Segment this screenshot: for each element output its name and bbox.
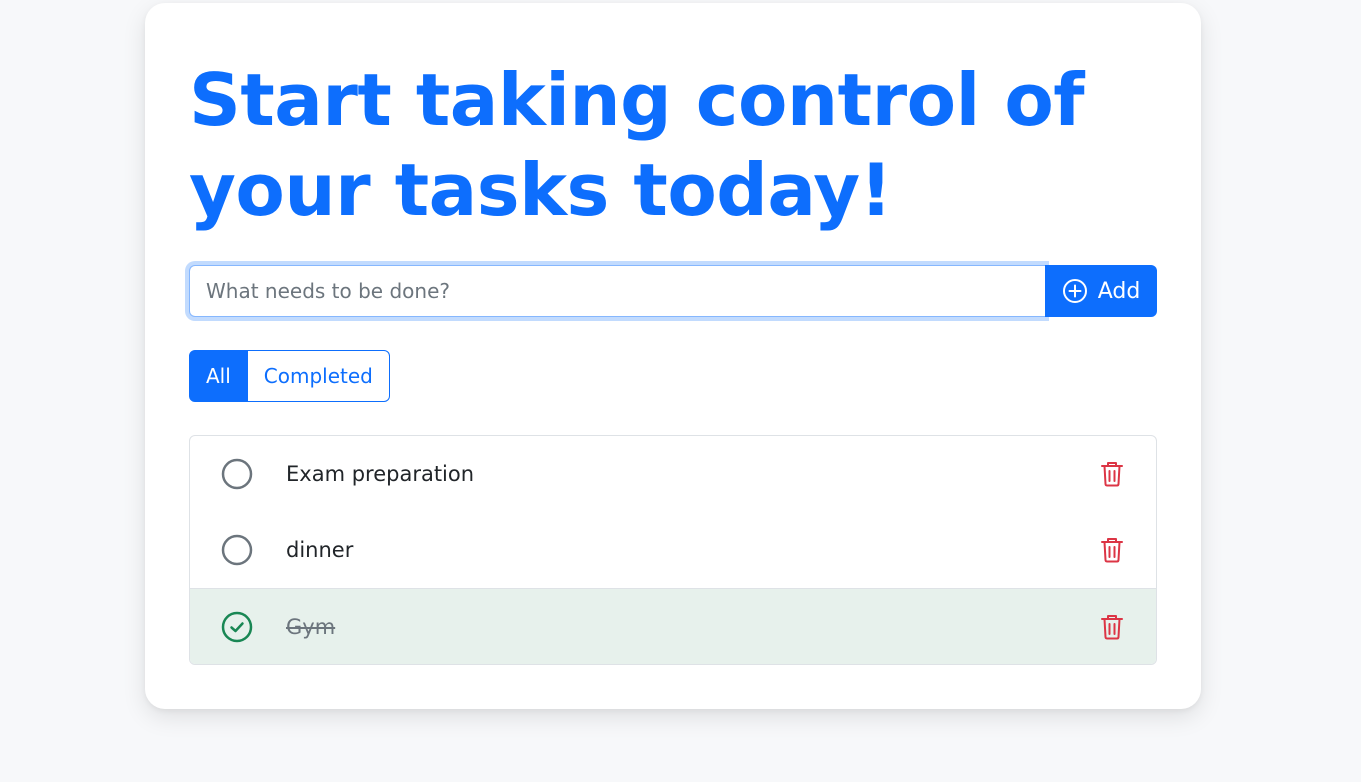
task-label: dinner	[286, 538, 354, 562]
trash-icon[interactable]	[1098, 536, 1126, 564]
todo-card: Start taking control of your tasks today…	[145, 3, 1201, 709]
task-list: Exam preparation dinner Gym	[189, 435, 1157, 665]
filter-completed-button[interactable]: Completed	[247, 350, 390, 402]
add-button[interactable]: Add	[1045, 265, 1157, 317]
add-task-form: Add	[189, 265, 1157, 317]
trash-icon[interactable]	[1098, 460, 1126, 488]
check-circle-icon[interactable]	[221, 611, 253, 643]
circle-icon[interactable]	[221, 458, 253, 490]
task-row: dinner	[190, 512, 1156, 588]
circle-icon[interactable]	[221, 534, 253, 566]
task-row-completed: Gym	[190, 588, 1156, 664]
filter-all-button[interactable]: All	[189, 350, 248, 402]
filter-group: All Completed	[189, 350, 390, 402]
task-input[interactable]	[189, 265, 1045, 317]
add-button-label: Add	[1097, 278, 1141, 304]
task-label: Gym	[286, 614, 336, 639]
plus-circle-icon	[1062, 278, 1088, 304]
task-label: Exam preparation	[286, 462, 475, 486]
task-row: Exam preparation	[190, 436, 1156, 512]
page-title: Start taking control of your tasks today…	[189, 58, 1085, 232]
trash-icon[interactable]	[1098, 613, 1126, 641]
